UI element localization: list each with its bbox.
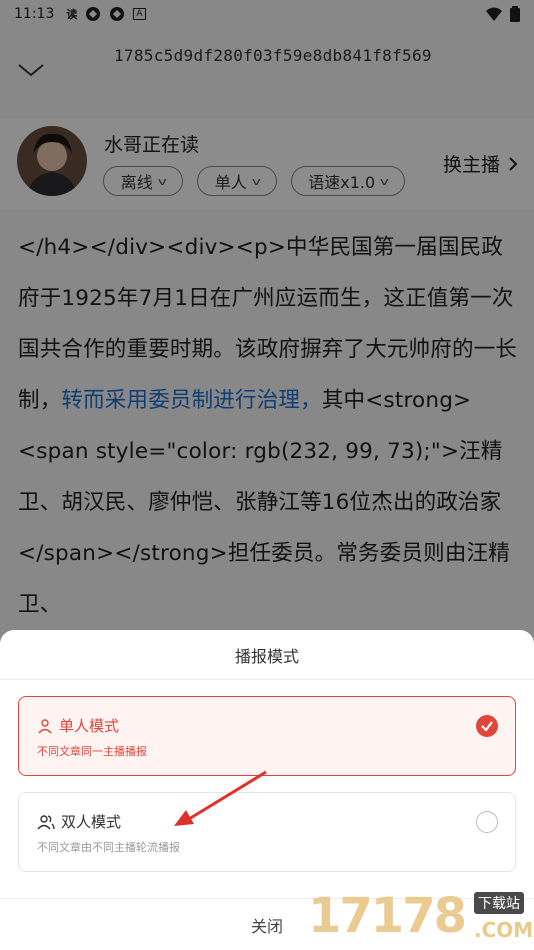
option-title-label: 双人模式 [61, 813, 122, 831]
option-title: 双人模式 [37, 811, 121, 832]
watermark-badge: 下载站 [474, 892, 524, 914]
two-people-icon [37, 814, 55, 829]
watermark-suffix: .COM [474, 918, 534, 942]
person-icon [38, 718, 52, 733]
watermark-logo: 17178 .COM 下载站 [304, 886, 534, 950]
option-description: 不同文章同一主播播报 [37, 745, 147, 758]
option-description: 不同文章由不同主播轮流播报 [37, 841, 180, 854]
option-single-mode[interactable]: 单人模式 不同文章同一主播播报 [18, 696, 516, 776]
option-title: 单人模式 [37, 715, 119, 736]
annotation-arrow-icon [174, 770, 267, 826]
radio-icon [476, 811, 498, 833]
check-icon [476, 715, 498, 737]
option-title-label: 单人模式 [59, 717, 120, 735]
sheet-title: 播报模式 [0, 630, 534, 680]
watermark-number: 17178 [308, 888, 467, 944]
